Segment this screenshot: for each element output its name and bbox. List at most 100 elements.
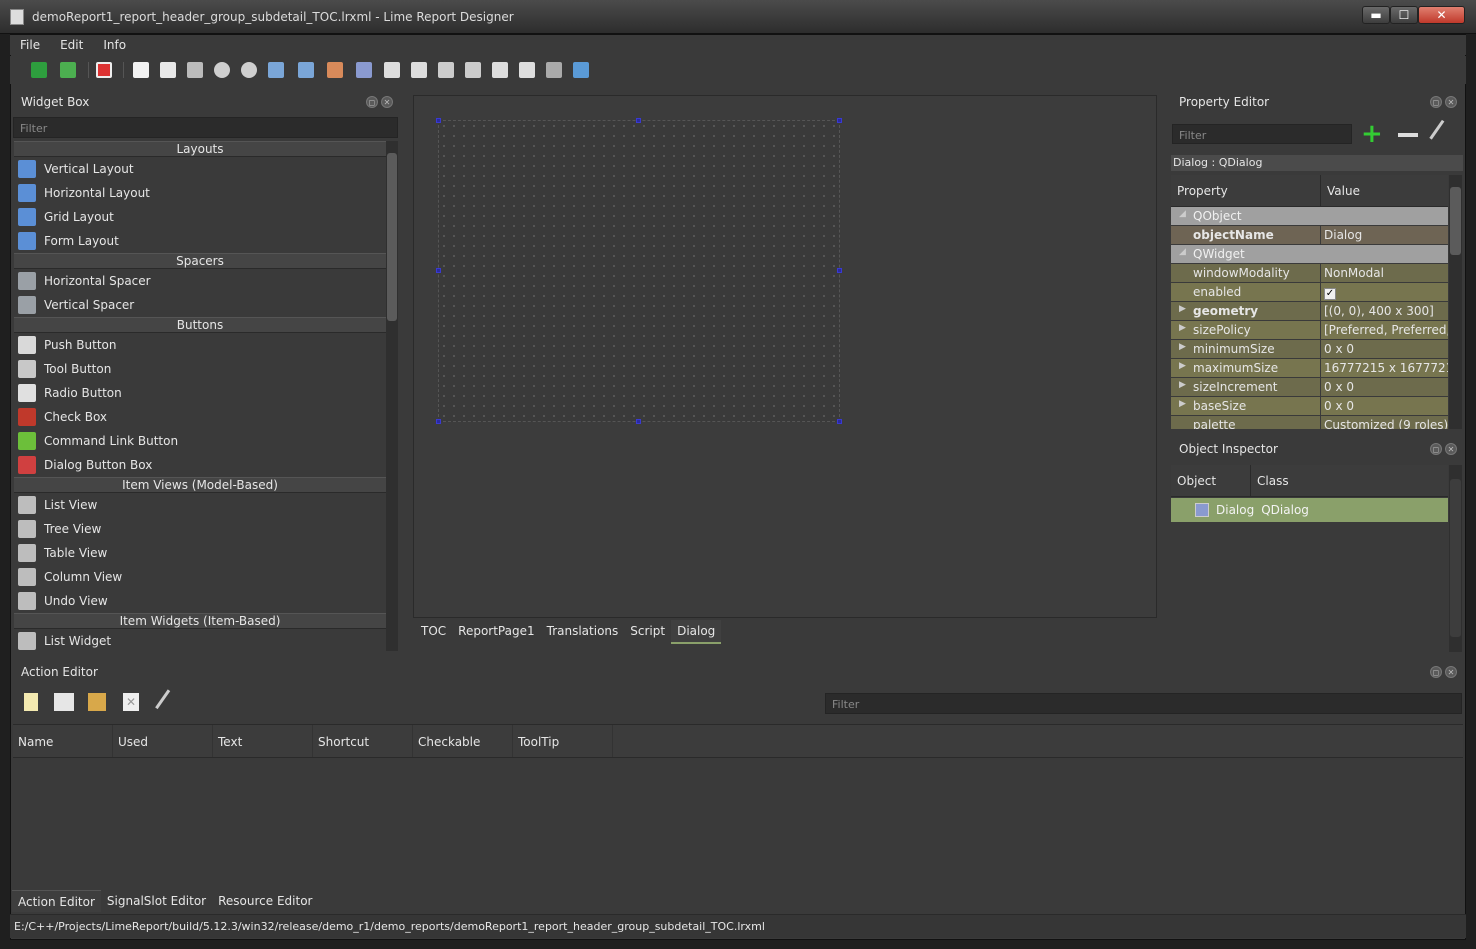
expand-arrow-icon[interactable]: ▶ [1179,380,1186,390]
widget-item[interactable]: Vertical Spacer [14,293,386,317]
break-layout-icon[interactable] [546,62,562,78]
action-column-header[interactable]: Used [113,725,213,757]
widget-category[interactable]: Item Widgets (Item-Based) [14,613,386,629]
property-row[interactable]: ▶ sizeIncrement 0 x 0 [1171,378,1448,397]
property-row[interactable]: objectName Dialog [1171,226,1448,245]
widget-category[interactable]: Buttons [14,317,386,333]
widget-category[interactable]: Spacers [14,253,386,269]
property-row[interactable]: palette Customized (9 roles) [1171,416,1448,429]
expand-arrow-icon[interactable]: ▶ [1179,323,1186,333]
property-row[interactable]: ◢ QObject [1171,207,1448,226]
expand-arrow-icon[interactable]: ▶ [1179,342,1186,352]
menu-file[interactable]: File [10,35,50,55]
editor-tab[interactable]: Resource Editor [212,890,318,912]
action-column-header[interactable]: ToolTip [513,725,613,757]
collapse-arrow-icon[interactable]: ◢ [1179,209,1186,219]
dialog-form-canvas[interactable] [438,120,840,422]
resize-handle[interactable] [636,419,641,424]
widget-item[interactable]: Form Layout [14,229,386,253]
vertical-splitter-icon[interactable] [465,62,481,78]
property-row[interactable]: ▶ minimumSize 0 x 0 [1171,340,1448,359]
widget-item[interactable]: Column View [14,565,386,589]
add-property-icon[interactable]: + [1361,121,1383,147]
float-icon[interactable]: ◻ [366,96,378,108]
collapse-arrow-icon[interactable]: ◢ [1179,247,1186,257]
float-icon[interactable]: ◻ [1430,666,1442,678]
property-row[interactable]: ▶ sizePolicy [Preferred, Preferred,... [1171,321,1448,340]
property-row[interactable]: windowModality NonModal [1171,264,1448,283]
minimize-button[interactable]: ▬ [1362,6,1390,24]
resize-handle[interactable] [636,118,641,123]
float-icon[interactable]: ◻ [1430,443,1442,455]
action-column-header[interactable]: Checkable [413,725,513,757]
class-column-header[interactable]: Class [1251,465,1295,496]
enabled-checkbox[interactable]: ✓ [1324,288,1336,300]
object-column-header[interactable]: Object [1171,465,1251,496]
adjust-size-icon[interactable] [573,62,589,78]
vertical-layout-icon[interactable] [384,62,400,78]
object-row-dialog[interactable]: Dialog QDialog [1171,498,1448,522]
page-tab[interactable]: TOC [415,620,452,644]
widget-item[interactable]: Undo View [14,589,386,613]
editor-tab[interactable]: SignalSlot Editor [101,890,212,912]
page-tab[interactable]: Script [624,620,671,644]
widget-category[interactable]: Layouts [14,141,386,157]
property-row[interactable]: ▶ geometry [(0, 0), 400 x 300] [1171,302,1448,321]
widget-item[interactable]: Grid Layout [14,205,386,229]
float-icon[interactable]: ◻ [1430,96,1442,108]
resize-handle[interactable] [436,268,441,273]
paste-icon[interactable] [160,62,176,78]
undo-icon[interactable] [214,62,230,78]
resize-handle[interactable] [436,419,441,424]
widget-item[interactable]: Horizontal Layout [14,181,386,205]
action-column-header[interactable]: Name [13,725,113,757]
property-row[interactable]: enabled ✓ [1171,283,1448,302]
property-scrollbar[interactable] [1449,175,1462,429]
property-column-header[interactable]: Property [1171,175,1321,206]
redo-icon[interactable] [241,62,257,78]
close-icon[interactable]: ✕ [381,96,393,108]
edit-tab-order-icon[interactable] [327,62,343,78]
widget-item[interactable]: Vertical Layout [14,157,386,181]
action-filter-input[interactable]: Filter [825,693,1462,714]
resize-handle[interactable] [837,268,842,273]
expand-arrow-icon[interactable]: ▶ [1179,361,1186,371]
resize-handle[interactable] [837,118,842,123]
paste-action-icon[interactable] [88,693,106,711]
widget-item[interactable]: List View [14,493,386,517]
delete-action-icon[interactable]: ✕ [123,693,139,711]
widget-item[interactable]: Command Link Button [14,429,386,453]
menu-edit[interactable]: Edit [50,35,93,55]
page-tab[interactable]: Dialog [671,620,722,644]
widget-item[interactable]: Horizontal Spacer [14,269,386,293]
widget-item[interactable]: Tool Button [14,357,386,381]
form-layout-icon[interactable] [519,62,535,78]
menu-info[interactable]: Info [93,35,136,55]
widget-item[interactable]: Check Box [14,405,386,429]
horizontal-splitter-icon[interactable] [438,62,454,78]
resize-handle[interactable] [837,419,842,424]
property-row[interactable]: ◢ QWidget [1171,245,1448,264]
action-column-header[interactable]: Shortcut [313,725,413,757]
widget-item[interactable]: List Widget [14,629,386,651]
property-filter-input[interactable]: Filter [1172,124,1352,144]
page-tab[interactable]: ReportPage1 [452,620,540,644]
new-action-icon[interactable] [24,693,38,711]
editor-tab[interactable]: Action Editor [12,890,101,912]
save-preview-icon[interactable] [60,62,76,78]
widget-item[interactable]: Tree View [14,517,386,541]
close-icon[interactable]: ✕ [1445,443,1457,455]
send-back-icon[interactable] [298,62,314,78]
close-icon[interactable]: ✕ [1445,666,1457,678]
widget-filter-input[interactable]: Filter [13,117,398,138]
close-icon[interactable]: ✕ [1445,96,1457,108]
grid-layout-icon[interactable] [492,62,508,78]
close-button[interactable]: ✕ [1418,6,1465,24]
property-row[interactable]: ▶ baseSize 0 x 0 [1171,397,1448,416]
widget-item[interactable]: Radio Button [14,381,386,405]
horizontal-layout-icon[interactable] [411,62,427,78]
save-icon[interactable] [31,62,47,78]
close-report-icon[interactable] [96,62,112,78]
edit-buddies-icon[interactable] [356,62,372,78]
remove-property-icon[interactable] [1398,133,1418,137]
